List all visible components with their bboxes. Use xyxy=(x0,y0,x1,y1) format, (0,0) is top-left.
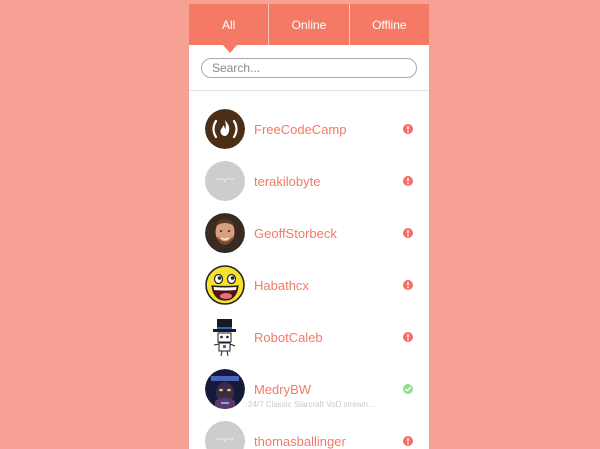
channel-row-geoffstorbeck[interactable]: GeoffStorbeck xyxy=(189,207,429,259)
channel-row-thomasballinger[interactable]: ***x*** thomasballinger xyxy=(189,415,429,449)
channel-name: GeoffStorbeck xyxy=(254,225,337,241)
stream-description: 24/7 Classic Starcraft VoD stream... xyxy=(248,399,375,409)
tab-online[interactable]: Online xyxy=(268,4,348,45)
tab-all[interactable]: All xyxy=(189,4,268,45)
channel-info: terakilobyte xyxy=(254,174,320,189)
tab-offline[interactable]: Offline xyxy=(348,4,429,45)
channel-name: MedryBW xyxy=(254,381,312,397)
channel-info: thomasballinger xyxy=(254,434,346,449)
channel-info: RobotCaleb xyxy=(254,330,323,345)
exclamation-icon xyxy=(403,228,413,238)
freecodecamp-avatar xyxy=(205,109,245,149)
channel-row-medrybw[interactable]: MedryBW 24/7 Classic Starcraft VoD strea… xyxy=(189,363,429,415)
avatar-placeholder-text: ***x*** xyxy=(216,438,234,444)
placeholder-avatar: ***x*** xyxy=(205,161,245,201)
exclamation-icon xyxy=(403,280,413,290)
search-input[interactable] xyxy=(201,58,417,78)
channel-name: Habathcx xyxy=(254,277,309,293)
placeholder-avatar: ***x*** xyxy=(205,421,245,449)
channel-list: FreeCodeCamp ***x*** terakilobyte GeoffS… xyxy=(189,91,429,449)
channel-name: terakilobyte xyxy=(254,173,321,189)
checkmark-icon xyxy=(403,384,413,394)
exclamation-icon xyxy=(403,332,413,342)
channel-name: RobotCaleb xyxy=(254,329,323,345)
channel-name: FreeCodeCamp xyxy=(254,121,347,137)
channel-info: MedryBW 24/7 Classic Starcraft VoD strea… xyxy=(248,381,375,409)
channel-info: Habathcx xyxy=(254,278,309,293)
profile-photo-avatar xyxy=(205,213,245,253)
channel-name: thomasballinger xyxy=(254,433,346,449)
channel-row-robotcaleb[interactable]: RobotCaleb xyxy=(189,311,429,363)
filter-tabs: All Online Offline xyxy=(189,4,429,53)
awesome-face-avatar xyxy=(205,265,245,305)
channel-info: GeoffStorbeck xyxy=(254,226,337,241)
exclamation-icon xyxy=(403,176,413,186)
channel-info: FreeCodeCamp xyxy=(254,122,347,137)
robot-top-hat-avatar xyxy=(205,317,245,357)
active-tab-pointer xyxy=(223,45,237,53)
channel-row-habathcx[interactable]: Habathcx xyxy=(189,259,429,311)
channel-row-terakilobyte[interactable]: ***x*** terakilobyte xyxy=(189,155,429,207)
channel-row-freecodecamp[interactable]: FreeCodeCamp xyxy=(189,103,429,155)
starcraft-art-avatar xyxy=(205,369,245,409)
exclamation-icon xyxy=(403,124,413,134)
exclamation-icon xyxy=(403,436,413,446)
avatar-placeholder-text: ***x*** xyxy=(216,178,234,184)
twitch-panel: All Online Offline FreeCodeCamp xyxy=(189,4,429,449)
